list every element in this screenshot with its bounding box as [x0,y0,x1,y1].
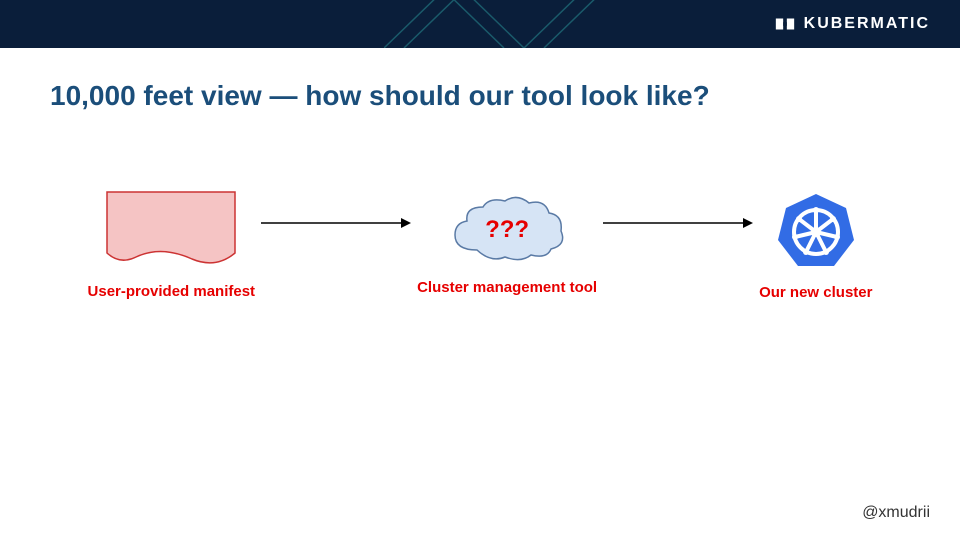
arrow-1 [261,213,411,238]
kubermatic-logo-icon [774,13,796,35]
kubernetes-icon [776,190,856,270]
node-tool-label: Cluster management tool [417,279,597,296]
header-bar: KUBERMATIC [0,0,960,48]
brand: KUBERMATIC [774,13,930,35]
node-manifest-label: User-provided manifest [88,283,256,300]
diagram-row: User-provided manifest ??? Cluster manag… [0,190,960,301]
footer-handle: @xmudrii [862,504,930,522]
header-decoration [384,0,684,48]
node-cluster: Our new cluster [759,190,872,301]
page-title: 10,000 feet view — how should our tool l… [0,48,960,112]
brand-text: KUBERMATIC [804,15,930,33]
manifest-icon [106,191,236,269]
node-tool: ??? Cluster management tool [417,195,597,296]
node-manifest: User-provided manifest [88,191,256,300]
arrow-2 [603,213,753,238]
cloud-icon: ??? [447,195,567,265]
node-cluster-label: Our new cluster [759,284,872,301]
cloud-question-text: ??? [485,216,529,244]
